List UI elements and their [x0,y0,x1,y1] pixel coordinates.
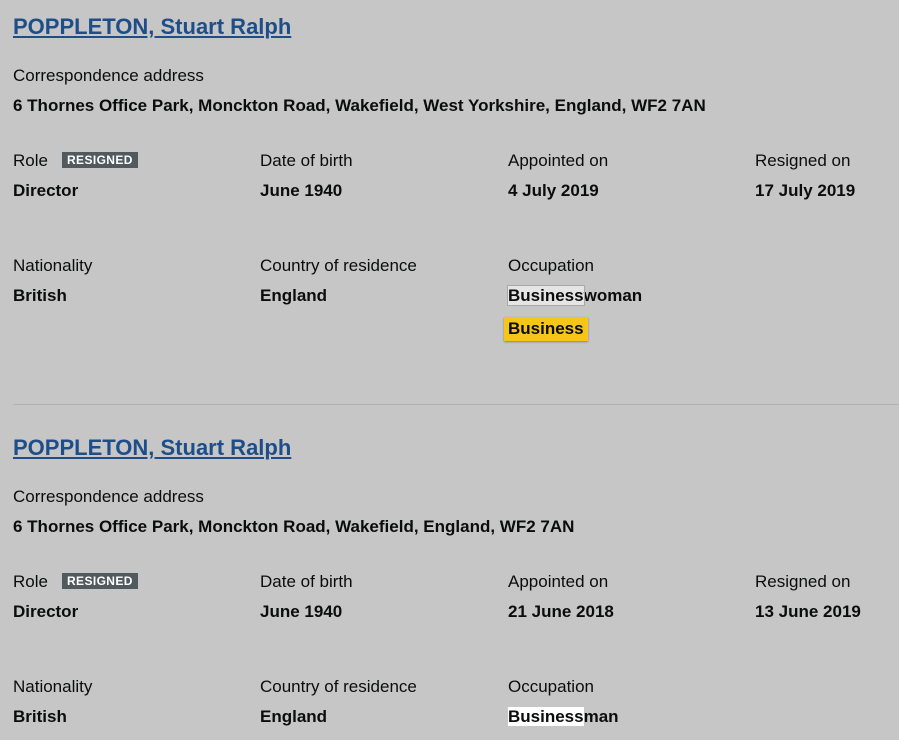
nationality-label: Nationality [13,256,93,275]
role-value: Director [13,602,79,621]
search-match-highlight: Business [508,707,584,726]
status-badge: RESIGNED [61,573,138,589]
occupation-label: Occupation [508,256,594,275]
status-badge: RESIGNED [61,152,138,168]
occupation-value: Businessman [508,707,619,726]
search-match-highlight: Business [507,285,585,306]
appointed-value: 4 July 2019 [508,181,599,200]
officer-divider [13,404,899,405]
officer-name-link[interactable]: POPPLETON, Stuart Ralph [13,435,291,461]
resigned-value: 17 July 2019 [755,181,856,200]
role-label: Role RESIGNED [13,572,138,592]
nationality-label: Nationality [13,677,93,696]
dob-label: Date of birth [260,151,353,170]
resigned-label: Resigned on [755,572,851,591]
nationality-value: British [13,286,67,305]
dob-value: June 1940 [260,602,343,621]
officer-name-link[interactable]: POPPLETON, Stuart Ralph [13,14,291,40]
occupation-value: Businesswoman [507,285,643,306]
role-value: Director [13,181,79,200]
occupation-label: Occupation [508,677,594,696]
resigned-label: Resigned on [755,151,851,170]
address-label: Correspondence address [13,487,204,506]
residence-value: England [260,707,328,726]
role-label: Role RESIGNED [13,151,138,171]
dob-label: Date of birth [260,572,353,591]
appointed-label: Appointed on [508,572,609,591]
resigned-value: 13 June 2019 [755,602,861,621]
residence-label: Country of residence [260,677,417,696]
active-search-highlight: Business [504,317,588,341]
appointed-label: Appointed on [508,151,609,170]
nationality-value: British [13,707,67,726]
address-label: Correspondence address [13,66,204,85]
address-value: 6 Thornes Office Park, Monckton Road, Wa… [13,517,575,536]
address-value: 6 Thornes Office Park, Monckton Road, Wa… [13,96,706,115]
appointed-value: 21 June 2018 [508,602,614,621]
dob-value: June 1940 [260,181,343,200]
residence-label: Country of residence [260,256,417,275]
residence-value: England [260,286,328,305]
